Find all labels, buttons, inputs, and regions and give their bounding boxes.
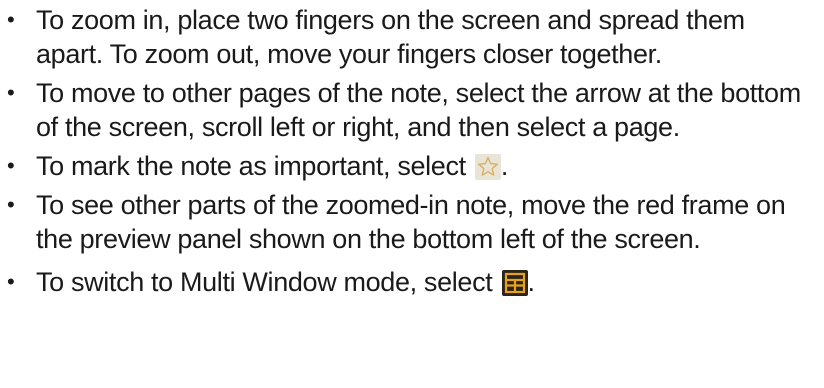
list-item-text: To see other parts of the zoomed-in note…	[36, 190, 786, 254]
list-item-period: .	[527, 267, 536, 297]
instruction-list: • To zoom in, place two fingers on the s…	[0, 3, 824, 304]
list-item-important: • To mark the note as important, select …	[0, 149, 824, 183]
multi-window-icon	[501, 270, 528, 296]
list-item-period: .	[500, 151, 509, 181]
bullet-marker: •	[7, 7, 15, 32]
bullet-marker: •	[7, 269, 15, 294]
list-item-preview: • To see other parts of the zoomed-in no…	[0, 188, 824, 256]
star-outline-icon	[474, 154, 501, 180]
list-item-pages: • To move to other pages of the note, se…	[0, 76, 824, 144]
document-page: • To zoom in, place two fingers on the s…	[0, 0, 824, 388]
list-item-text: To zoom in, place two fingers on the scr…	[36, 5, 745, 69]
list-item-text: To mark the note as important, select	[36, 151, 466, 181]
list-item-text: To move to other pages of the note, sele…	[36, 78, 801, 142]
list-item-zoom: • To zoom in, place two fingers on the s…	[0, 3, 824, 71]
list-item-multi-window: • To switch to Multi Window mode, select…	[0, 265, 824, 299]
bullet-marker: •	[7, 80, 15, 105]
list-item-text: To switch to Multi Window mode, select	[36, 267, 493, 297]
bullet-marker: •	[7, 153, 15, 178]
bullet-marker: •	[7, 192, 15, 217]
